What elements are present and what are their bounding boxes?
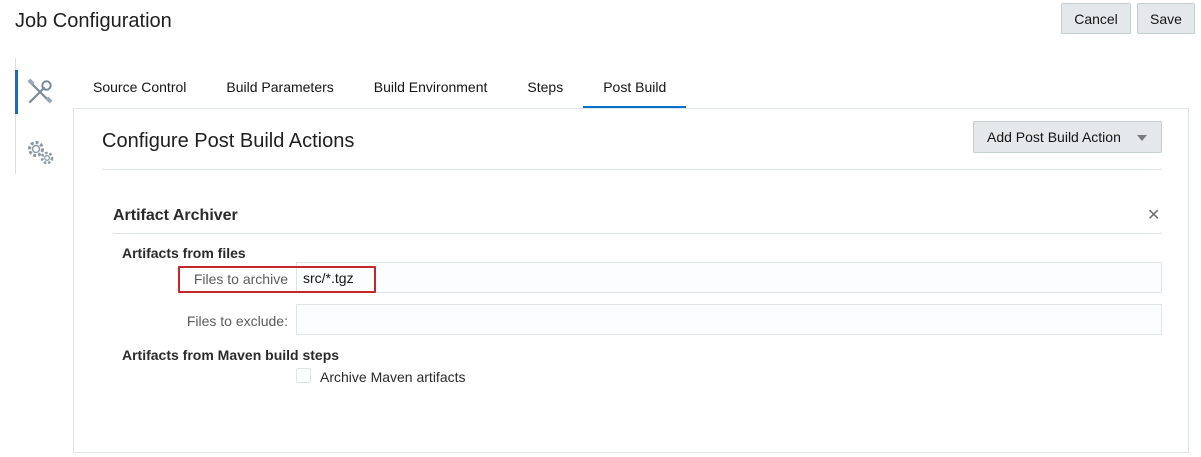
tab-build-environment[interactable]: Build Environment	[354, 64, 508, 109]
side-nav-item-settings[interactable]	[16, 130, 63, 174]
tab-source-control[interactable]: Source Control	[73, 64, 206, 109]
section-title: Configure Post Build Actions	[102, 130, 355, 152]
archive-maven-checkbox[interactable]	[296, 368, 311, 383]
post-build-panel: Configure Post Build Actions Add Post Bu…	[73, 108, 1189, 453]
files-to-exclude-input[interactable]	[296, 304, 1162, 335]
cancel-button[interactable]: Cancel	[1061, 3, 1131, 34]
highlight-box	[178, 266, 376, 293]
close-icon[interactable]: ✕	[1147, 205, 1160, 225]
tab-bar: Source Control Build Parameters Build En…	[73, 64, 687, 109]
save-button[interactable]: Save	[1137, 3, 1195, 34]
divider	[102, 169, 1162, 170]
archive-maven-label: Archive Maven artifacts	[320, 369, 466, 385]
divider	[113, 233, 1162, 234]
page-title: Job Configuration	[15, 10, 172, 32]
tab-build-parameters[interactable]: Build Parameters	[206, 64, 353, 109]
files-to-archive-input[interactable]	[296, 262, 1162, 293]
add-action-label: Add Post Build Action	[987, 129, 1121, 145]
artifact-archiver-title: Artifact Archiver	[113, 207, 238, 224]
artifacts-from-maven-label: Artifacts from Maven build steps	[122, 347, 340, 363]
artifacts-from-files-label: Artifacts from files	[122, 245, 246, 261]
tab-post-build[interactable]: Post Build	[583, 64, 687, 109]
files-to-exclude-label: Files to exclude:	[186, 313, 288, 329]
side-nav	[15, 58, 63, 174]
add-post-build-action-button[interactable]: Add Post Build Action	[973, 121, 1162, 153]
chevron-down-icon	[1137, 135, 1147, 141]
gears-icon	[27, 141, 53, 165]
tools-icon	[27, 78, 53, 104]
tab-steps[interactable]: Steps	[507, 64, 583, 109]
side-nav-item-config[interactable]	[15, 70, 62, 114]
